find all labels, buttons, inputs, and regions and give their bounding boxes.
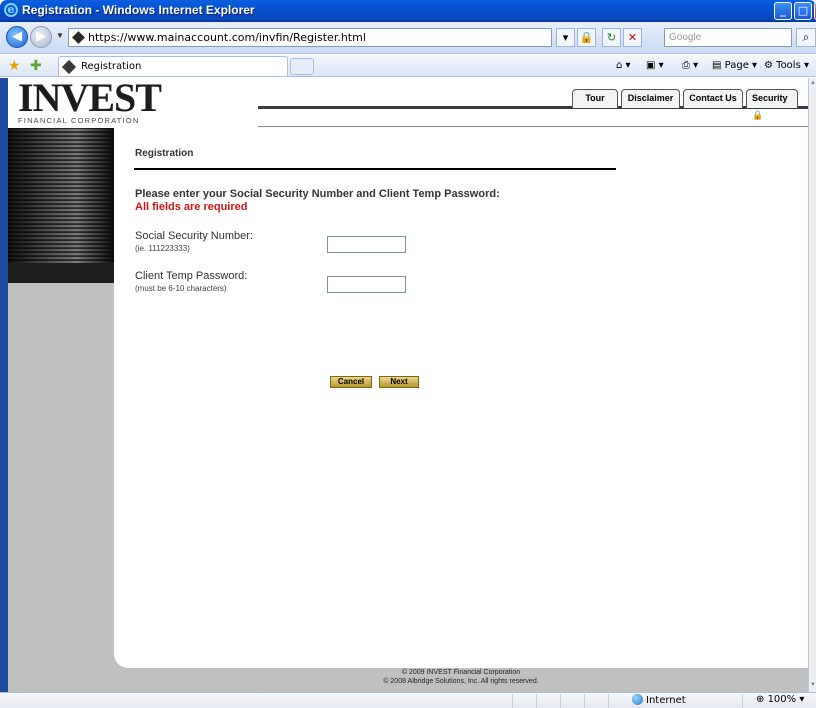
tab-toolbar: ★ ✚ Registration ⌂ ▾ ▣ ▾ ⎙ ▾ ▤ Page ▾ ⚙ …: [0, 55, 816, 77]
status-bar: Internet ⊕ 100% ▾: [0, 692, 816, 708]
security-lock-icon[interactable]: 🔒: [577, 28, 596, 47]
security-zone[interactable]: Internet: [632, 694, 686, 706]
tools-menu-label: Tools: [776, 60, 801, 71]
required-note: All fields are required: [135, 201, 248, 213]
status-segment: [742, 694, 743, 708]
instructions-text: Please enter your Social Security Number…: [135, 188, 500, 200]
window-left-border: [0, 78, 8, 692]
minimize-button[interactable]: _: [774, 2, 792, 20]
password-input[interactable]: [327, 276, 406, 293]
nav-tab-tour[interactable]: Tour: [572, 89, 618, 108]
back-button[interactable]: ◀: [6, 26, 28, 48]
window-titlebar: e Registration - Windows Internet Explor…: [0, 0, 816, 22]
padlock-icon: 🔒: [752, 110, 764, 120]
globe-icon: [632, 694, 643, 705]
ssn-hint: (ie. 111223333): [135, 244, 190, 253]
address-url: https://www.mainaccount.com/invfin/Regis…: [88, 31, 366, 44]
page-menu-label: Page: [724, 60, 749, 71]
add-favorites-icon[interactable]: ✚: [30, 57, 42, 74]
ssn-input[interactable]: [327, 236, 406, 253]
site-header: INVEST FINANCIAL CORPORATION Tour Discla…: [8, 78, 810, 128]
page-footer: © 2009 INVEST Financial Corporation © 20…: [114, 668, 808, 692]
title-rule: [134, 168, 616, 170]
site-favicon-icon: [72, 31, 85, 44]
page-menu[interactable]: ▤ Page ▾: [712, 60, 757, 71]
cancel-button[interactable]: Cancel: [330, 376, 372, 388]
stop-button[interactable]: ✕: [623, 28, 642, 47]
page-title: Registration: [135, 148, 194, 159]
invest-logo[interactable]: INVEST FINANCIAL CORPORATION: [18, 78, 162, 125]
left-dark-band: [8, 263, 114, 283]
nav-tab-security[interactable]: Security 🔒: [746, 89, 798, 120]
search-icon[interactable]: ⌕: [796, 28, 816, 47]
address-dropdown-button[interactable]: ▾: [556, 28, 575, 47]
nav-tab-contact-us[interactable]: Contact Us: [683, 89, 743, 108]
password-label: Client Temp Password:: [135, 270, 248, 282]
maximize-button[interactable]: □: [794, 2, 812, 20]
tab-favicon-icon: [61, 59, 77, 75]
favorites-star-icon[interactable]: ★: [8, 57, 21, 74]
logo-wordmark: INVEST: [18, 78, 162, 120]
footer-copyright-albridge: © 2008 Albridge Solutions, Inc. All righ…: [383, 678, 539, 685]
history-dropdown-icon[interactable]: ▼: [56, 31, 64, 40]
address-toolbar: ◀ ▶ ▼ https://www.mainaccount.com/invfin…: [0, 22, 816, 54]
scroll-down-icon[interactable]: ▼: [810, 682, 816, 688]
home-icon[interactable]: ⌂ ▾: [616, 60, 631, 71]
status-segment: [512, 694, 513, 708]
forward-button[interactable]: ▶: [30, 26, 52, 48]
status-segment: [560, 694, 561, 708]
vertical-scrollbar[interactable]: ▲ ▼: [808, 78, 816, 692]
zoom-level: 100%: [767, 694, 797, 705]
search-input[interactable]: Google: [664, 28, 792, 47]
refresh-button[interactable]: ↻: [602, 28, 621, 47]
next-button[interactable]: Next: [379, 376, 419, 388]
feeds-icon[interactable]: ▣ ▾: [646, 60, 664, 71]
nav-tab-security-label: Security: [752, 93, 788, 103]
status-segment: [608, 694, 609, 708]
address-field[interactable]: https://www.mainaccount.com/invfin/Regis…: [68, 28, 552, 47]
status-segment: [584, 694, 585, 708]
window-title: Registration - Windows Internet Explorer: [22, 3, 255, 17]
zone-label: Internet: [646, 695, 686, 706]
header-rule: [258, 126, 810, 127]
scroll-up-icon[interactable]: ▲: [810, 80, 816, 86]
zoom-control[interactable]: ⊕ 100% ▾: [756, 694, 804, 705]
left-stripe-decoration: [8, 128, 114, 263]
internet-explorer-icon: e: [4, 3, 18, 17]
ssn-label: Social Security Number:: [135, 230, 253, 242]
status-segment: [536, 694, 537, 708]
tab-registration[interactable]: Registration: [58, 56, 288, 76]
tools-menu[interactable]: ⚙ Tools ▾: [764, 60, 809, 71]
print-icon[interactable]: ⎙ ▾: [682, 60, 698, 71]
tab-label: Registration: [81, 61, 142, 72]
nav-tab-disclaimer[interactable]: Disclaimer: [621, 89, 680, 108]
password-hint: (must be 6-10 characters): [135, 284, 227, 293]
registration-panel: Registration Please enter your Social Se…: [114, 128, 808, 668]
page-viewport: INVEST FINANCIAL CORPORATION Tour Discla…: [0, 78, 816, 692]
new-tab-button[interactable]: [290, 58, 314, 75]
footer-copyright-invest: © 2009 INVEST Financial Corporation: [401, 669, 521, 676]
